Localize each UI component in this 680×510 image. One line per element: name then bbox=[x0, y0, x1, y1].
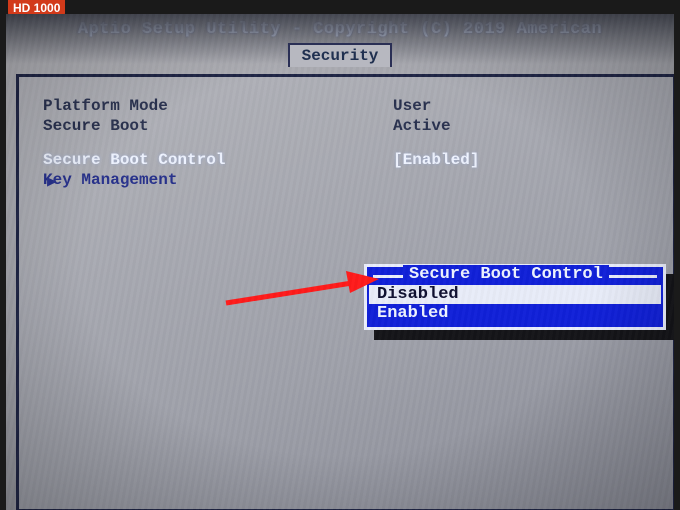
tab-bar: Security bbox=[6, 43, 674, 67]
bios-title: Aptio Setup Utility - Copyright (C) 2019… bbox=[6, 14, 674, 43]
row-secure-boot: Secure Boot Active bbox=[43, 117, 649, 135]
secure-boot-control-popup: Secure Boot Control Disabled Enabled bbox=[364, 264, 666, 330]
value-secure-boot: Active bbox=[393, 117, 451, 135]
value-secure-boot-control: [Enabled] bbox=[393, 151, 479, 169]
bios-screen: Aptio Setup Utility - Copyright (C) 2019… bbox=[6, 14, 674, 510]
row-secure-boot-control[interactable]: Secure Boot Control [Enabled] bbox=[43, 151, 649, 169]
popup-option-disabled[interactable]: Disabled bbox=[369, 285, 661, 304]
popup-option-enabled[interactable]: Enabled bbox=[373, 304, 657, 323]
popup-title: Secure Boot Control bbox=[403, 265, 609, 284]
tab-security[interactable]: Security bbox=[288, 43, 393, 67]
label-secure-boot-control: Secure Boot Control bbox=[43, 151, 393, 169]
popup-title-frame: Secure Boot Control bbox=[373, 267, 657, 285]
row-key-management[interactable]: ▶ Key Management bbox=[43, 171, 649, 189]
label-platform-mode: Platform Mode bbox=[43, 97, 393, 115]
value-platform-mode: User bbox=[393, 97, 431, 115]
row-platform-mode: Platform Mode User bbox=[43, 97, 649, 115]
submenu-caret-icon: ▶ bbox=[47, 171, 57, 191]
label-key-management: Key Management bbox=[43, 171, 393, 189]
label-secure-boot: Secure Boot bbox=[43, 117, 393, 135]
